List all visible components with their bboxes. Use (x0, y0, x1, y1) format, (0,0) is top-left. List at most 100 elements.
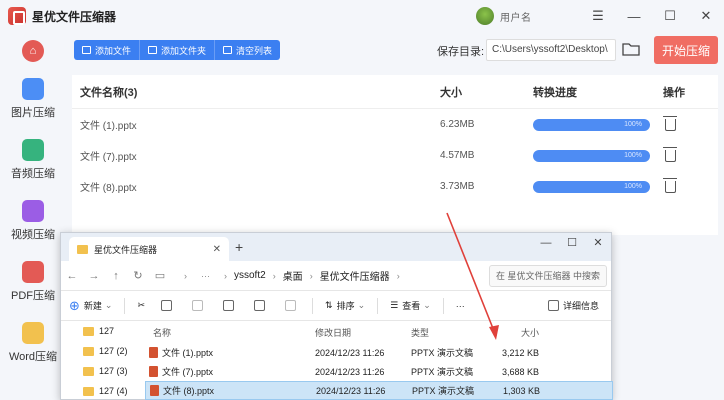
list-item[interactable]: 文件 (7).pptx 2024/12/23 11:26 PPTX 演示文稿 3… (145, 362, 613, 381)
toolbar: 添加文件 添加文件夹 清空列表 (74, 40, 281, 60)
delete-button[interactable] (277, 300, 308, 311)
breadcrumb-item[interactable]: 桌面 (283, 268, 303, 283)
explorer-maximize-button[interactable]: ☐ (559, 233, 585, 257)
chevron-down-icon: ⌄ (423, 300, 431, 310)
file-icon (82, 46, 91, 54)
rename-button[interactable] (215, 300, 246, 311)
explorer-tab[interactable]: 星优文件压缩器 ✕ (69, 237, 229, 261)
breadcrumb-item[interactable]: 星优文件压缩器 (320, 268, 390, 283)
delete-icon[interactable] (663, 177, 677, 193)
app-title: 星优文件压缩器 (32, 9, 117, 24)
explorer-minimize-button[interactable]: — (533, 233, 559, 257)
home-icon[interactable]: ⌂ (22, 40, 44, 62)
chevron-down-icon: ⌄ (357, 300, 366, 310)
plus-icon: ⊕ (69, 297, 80, 313)
col-progress: 转换进度 (533, 86, 577, 99)
sidebar-item-label: Word压缩 (8, 351, 58, 363)
forward-icon[interactable]: → (83, 270, 105, 282)
sidebar-item-video[interactable]: 视频压缩 (0, 200, 66, 242)
copy-icon (161, 300, 173, 311)
delete-icon[interactable] (663, 115, 677, 131)
sidebar-item-word[interactable]: Word压缩 (0, 322, 66, 364)
view-button[interactable]: ☰ 查看 ⌄ (382, 299, 439, 312)
close-button[interactable]: ✕ (688, 0, 724, 32)
add-file-button[interactable]: 添加文件 (74, 40, 141, 60)
file-list: 名称 修改日期 类型 大小 文件 (1).pptx 2024/12/23 11:… (145, 321, 613, 400)
cut-button[interactable]: ✂ (129, 300, 153, 311)
explorer-search-input[interactable]: 在 星优文件压缩器 中搜索 (489, 265, 607, 287)
folder-icon (83, 386, 94, 396)
paste-icon (192, 300, 204, 311)
progress-bar: 100% (533, 180, 650, 193)
details-pane-button[interactable]: 详细信息 (547, 299, 599, 312)
image-compress-icon (22, 78, 44, 100)
avatar[interactable] (476, 7, 494, 25)
maximize-button[interactable]: ☐ (652, 0, 688, 32)
col-type[interactable]: 类型 (411, 326, 499, 339)
col-size[interactable]: 大小 (499, 326, 539, 339)
col-date[interactable]: 修改日期 (315, 326, 411, 339)
sidebar-item-audio[interactable]: 音频压缩 (0, 139, 66, 181)
more-button[interactable]: ··· (448, 301, 473, 311)
pdf-compress-icon (22, 261, 44, 283)
start-compress-button[interactable]: 开始压缩 (654, 36, 718, 64)
tree-item[interactable]: 127 (4) (61, 381, 131, 400)
details-icon (547, 300, 559, 311)
menu-icon[interactable]: ☰ (580, 0, 616, 32)
breadcrumb: › ··· › yssoft2 › 桌面 › 星优文件压缩器 › (184, 268, 400, 283)
navigation-pane: 127 127 (2) 127 (3) 127 (4) (61, 321, 131, 400)
progress-bar: 100% (533, 118, 650, 131)
sidebar-item-label: PDF压缩 (11, 290, 55, 302)
minimize-button[interactable]: — (616, 0, 652, 32)
video-compress-icon (22, 200, 44, 222)
sidebar-item-pdf[interactable]: PDF压缩 (0, 261, 66, 303)
rename-icon (223, 300, 235, 311)
folder-icon (83, 326, 94, 336)
word-compress-icon (22, 322, 44, 344)
close-tab-icon[interactable]: ✕ (213, 244, 221, 255)
user-name[interactable]: 用户名 (500, 9, 580, 24)
file-size: 6.23MB (440, 119, 475, 130)
sidebar-item-label: 图片压缩 (11, 107, 55, 119)
list-item-selected[interactable]: 文件 (8).pptx 2024/12/23 11:26 PPTX 演示文稿 1… (145, 381, 613, 400)
table-row: 文件 (8).pptx 3.73MB 100% (72, 171, 718, 202)
file-name: 文件 (7).pptx (162, 367, 214, 377)
file-size: 3,212 KB (501, 347, 539, 358)
browse-folder-icon[interactable] (622, 41, 640, 57)
list-item[interactable]: 文件 (1).pptx 2024/12/23 11:26 PPTX 演示文稿 3… (145, 343, 613, 362)
explorer-close-button[interactable]: ✕ (585, 233, 611, 257)
add-folder-button[interactable]: 添加文件夹 (140, 40, 216, 60)
add-folder-label: 添加文件夹 (161, 45, 207, 56)
save-path-input[interactable]: C:\Users\yssoft2\Desktop\ (486, 39, 616, 61)
tree-item[interactable]: 127 (3) (61, 361, 131, 381)
paste-button[interactable] (184, 300, 215, 311)
audio-compress-icon (22, 139, 44, 161)
file-size: 1,303 KB (502, 385, 540, 396)
up-icon[interactable]: ↑ (105, 270, 127, 282)
explorer-body: 127 127 (2) 127 (3) 127 (4) 名称 修改日期 类型 大… (61, 321, 613, 400)
new-tab-button[interactable]: + (235, 239, 243, 255)
refresh-icon[interactable]: ↻ (127, 269, 149, 282)
sidebar-item-image[interactable]: 图片压缩 (0, 78, 66, 120)
delete-icon (285, 300, 297, 311)
col-name[interactable]: 名称 (145, 326, 315, 339)
delete-icon[interactable] (663, 146, 677, 162)
copy-button[interactable] (153, 300, 184, 311)
file-size: 3.73MB (440, 181, 475, 192)
tree-item[interactable]: 127 (61, 321, 131, 341)
details-label: 详细信息 (562, 301, 599, 311)
new-button[interactable]: ⊕ 新建 ⌄ (61, 298, 120, 314)
clear-list-button[interactable]: 清空列表 (215, 40, 281, 60)
file-size: 3,688 KB (501, 366, 539, 377)
breadcrumb-item[interactable]: yssoft2 (234, 270, 266, 281)
back-icon[interactable]: ← (61, 270, 83, 282)
pptx-file-icon (149, 366, 158, 377)
folder-icon (148, 46, 158, 54)
cut-icon: ✂ (137, 300, 146, 310)
title-bar: 星优文件压缩器 用户名 ☰ — ☐ ✕ (0, 0, 724, 32)
share-button[interactable] (246, 300, 277, 311)
save-dir-label: 保存目录: (437, 46, 485, 58)
sort-button[interactable]: ⇅ 排序 ⌄ (317, 299, 373, 312)
folder-icon (83, 366, 94, 376)
tree-item[interactable]: 127 (2) (61, 341, 131, 361)
